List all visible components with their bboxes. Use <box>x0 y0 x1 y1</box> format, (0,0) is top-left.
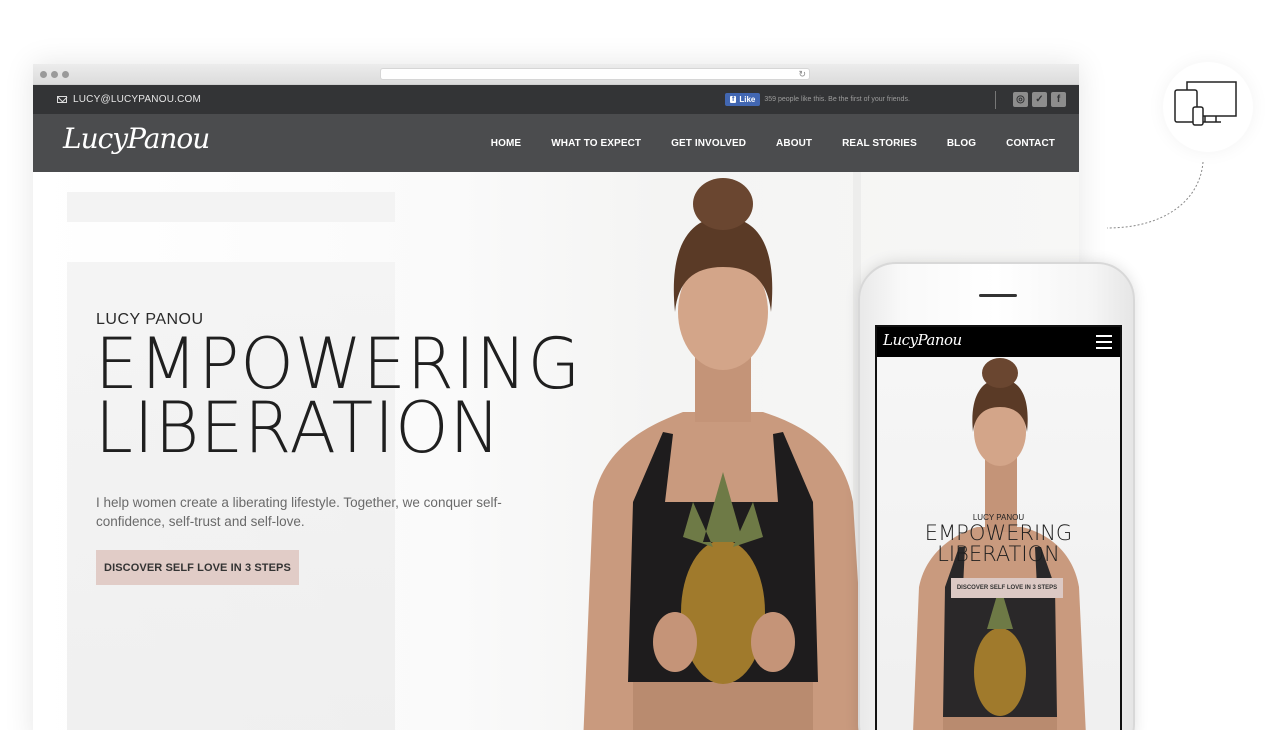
nav-item-about[interactable]: ABOUT <box>776 138 812 149</box>
mobile-hero-headline-line-1: EMPOWERING <box>924 521 1073 545</box>
mobile-hero-headline: EMPOWERING LIBERATION <box>877 523 1120 565</box>
instagram-icon[interactable]: ◎ <box>1013 92 1028 107</box>
nav-item-real-stories[interactable]: REAL STORIES <box>842 138 917 149</box>
dashed-connector <box>1106 161 1204 229</box>
responsive-devices-badge <box>1163 62 1253 152</box>
facebook-like-widget: f Like 359 people like this. Be the firs… <box>725 85 910 114</box>
showcase-stage: ↻ LUCY@LUCYPANOU.COM f Like 359 people l… <box>0 0 1279 730</box>
nav-item-contact[interactable]: CONTACT <box>1006 138 1055 149</box>
facebook-icon[interactable]: f <box>1051 92 1066 107</box>
discover-self-love-button[interactable]: DISCOVER SELF LOVE IN 3 STEPS <box>96 550 299 585</box>
hamburger-menu-icon[interactable] <box>1096 335 1112 349</box>
fb-like-label: Like <box>739 95 756 104</box>
mobile-navbar: LucyPanou <box>877 327 1120 357</box>
email-text[interactable]: LUCY@LUCYPANOU.COM <box>73 94 201 105</box>
mobile-hero: LUCY PANOU EMPOWERING LIBERATION DISCOVE… <box>877 357 1120 730</box>
email-contact[interactable]: LUCY@LUCYPANOU.COM <box>57 85 201 114</box>
mobile-site-logo[interactable]: LucyPanou <box>883 331 962 349</box>
mobile-screen: LucyPanou LUCY PANOU EMPOWERING LIBERATI… <box>875 325 1122 730</box>
nav-item-home[interactable]: HOME <box>491 138 521 149</box>
reload-icon[interactable]: ↻ <box>798 68 806 80</box>
main-menu: HOME WHAT TO EXPECT GET INVOLVED ABOUT R… <box>491 114 1055 172</box>
top-info-bar: LUCY@LUCYPANOU.COM f Like 359 people lik… <box>33 85 1079 114</box>
hero-subtitle: I help women create a liberating lifesty… <box>96 495 502 529</box>
window-close-dot[interactable] <box>40 71 47 78</box>
main-navbar: LucyPanou HOME WHAT TO EXPECT GET INVOLV… <box>33 114 1079 172</box>
address-bar[interactable]: ↻ <box>380 68 810 80</box>
nav-item-blog[interactable]: BLOG <box>947 138 976 149</box>
fb-like-button[interactable]: f Like <box>725 93 761 106</box>
mobile-hero-headline-line-2: LIBERATION <box>937 542 1060 566</box>
window-minimize-dot[interactable] <box>51 71 58 78</box>
social-links: ◎ ✓ f <box>1013 92 1066 107</box>
divider <box>995 91 996 109</box>
phone-speaker <box>979 294 1017 297</box>
mobile-discover-button[interactable]: DISCOVER SELF LOVE IN 3 STEPS <box>951 578 1063 598</box>
site-logo[interactable]: LucyPanou <box>63 122 210 155</box>
hero-headline-line-2: LIBERATION <box>95 387 502 469</box>
fb-logo-icon: f <box>730 96 737 103</box>
browser-chrome: ↻ <box>33 64 1079 85</box>
mobile-phone-mockup: LucyPanou LUCY PANOU EMPOWERING LIBERATI… <box>858 262 1135 730</box>
hero-headline: EMPOWERING LIBERATION <box>95 329 581 469</box>
twitter-icon[interactable]: ✓ <box>1032 92 1047 107</box>
nav-item-get-involved[interactable]: GET INVOLVED <box>671 138 746 149</box>
envelope-icon <box>57 96 67 103</box>
background-shelf-top <box>67 192 395 222</box>
nav-item-what-to-expect[interactable]: WHAT TO EXPECT <box>551 138 641 149</box>
window-maximize-dot[interactable] <box>62 71 69 78</box>
responsive-devices-icon <box>1174 81 1237 126</box>
hero-photo-woman-with-pineapple <box>583 178 868 730</box>
fb-like-count-text: 359 people like this. Be the first of yo… <box>764 96 910 103</box>
